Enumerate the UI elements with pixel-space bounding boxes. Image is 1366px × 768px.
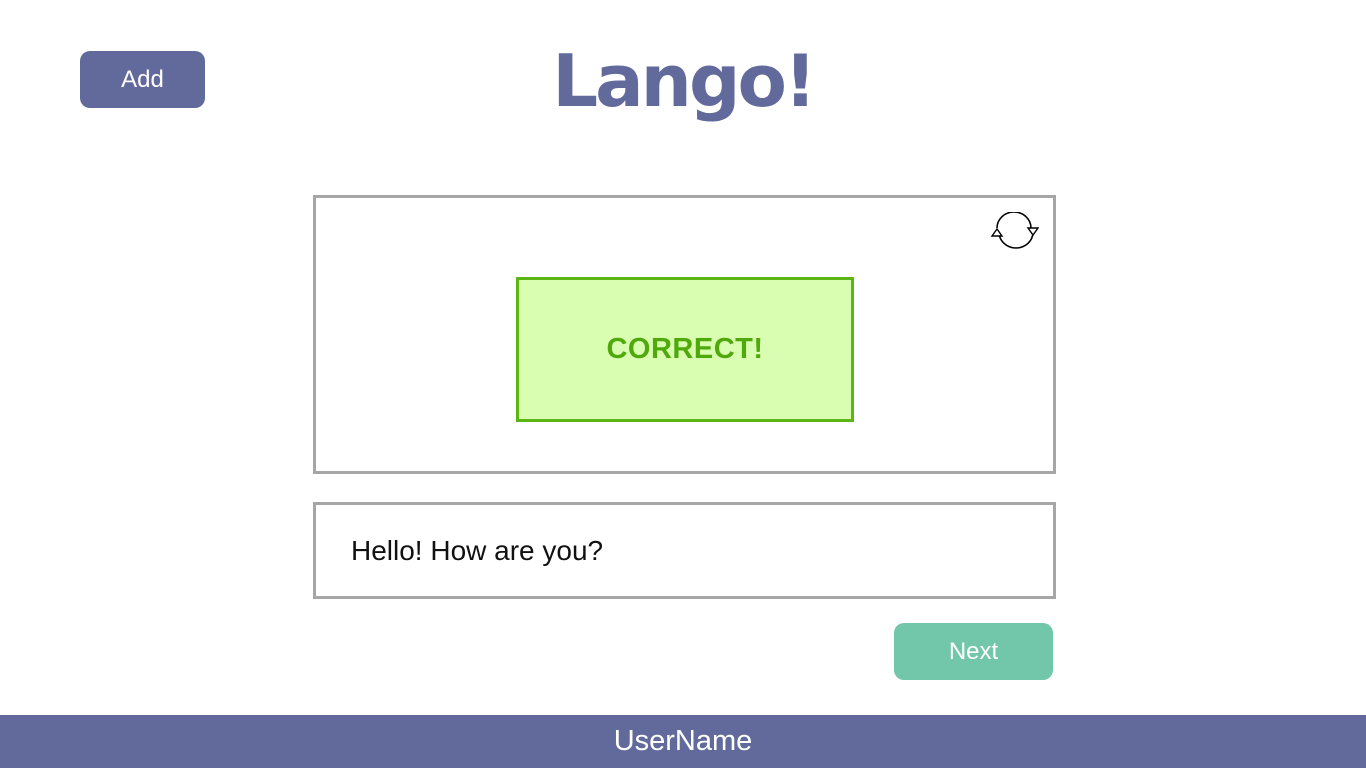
app-title: Lango! — [552, 39, 817, 123]
answer-box[interactable] — [313, 502, 1056, 599]
correct-feedback: CORRECT! — [516, 277, 854, 422]
next-button[interactable]: Next — [894, 623, 1053, 680]
feedback-text: CORRECT! — [606, 333, 764, 365]
username-label[interactable]: UserName — [614, 725, 753, 758]
refresh-icon[interactable] — [990, 211, 1040, 252]
footer-bar: UserName — [0, 715, 1366, 768]
page: Add Lango! CORRECT! Next UserName — [0, 0, 1366, 768]
answer-input[interactable] — [351, 505, 1031, 596]
flashcard: CORRECT! — [313, 195, 1056, 474]
